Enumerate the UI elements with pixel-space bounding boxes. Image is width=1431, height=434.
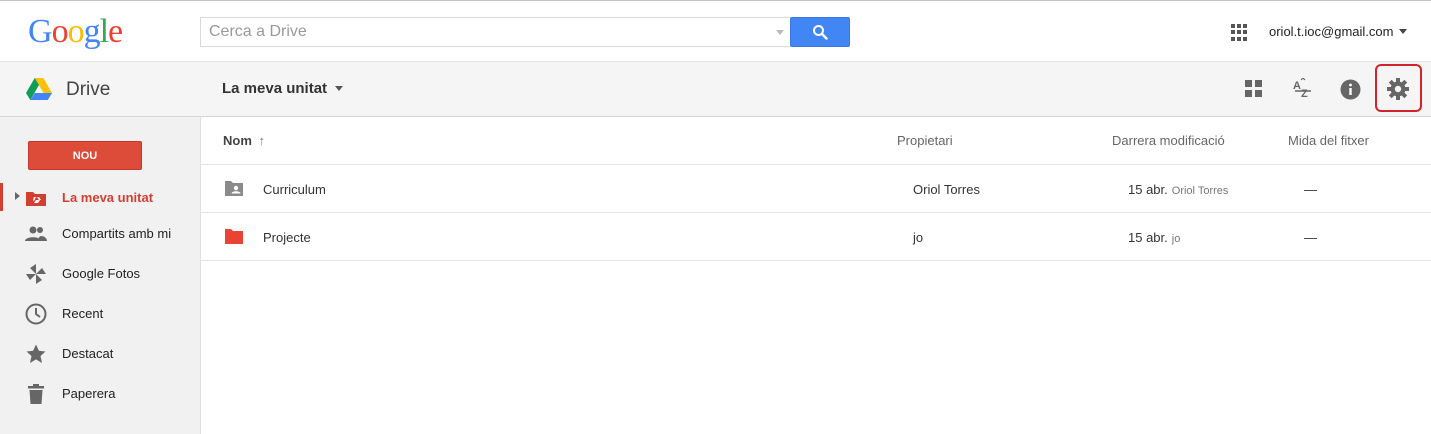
- expand-triangle-icon[interactable]: [15, 192, 20, 200]
- logo-letter-l: l: [99, 13, 110, 50]
- sidebar-item-starred[interactable]: Destacat: [0, 335, 200, 371]
- sidebar-item-recent[interactable]: Recent: [0, 295, 200, 331]
- drive-logo-icon: [26, 78, 52, 100]
- breadcrumb-label: La meva unitat: [222, 80, 328, 97]
- new-button[interactable]: NOU: [28, 141, 142, 170]
- logo-letter-o2: o: [67, 13, 85, 50]
- file-name: Projecte: [263, 230, 311, 245]
- sidebar-item-label: Recent: [62, 306, 104, 321]
- account-email: oriol.t.ioc@gmail.com: [1269, 24, 1394, 39]
- breadcrumb-caret-icon: [335, 86, 344, 91]
- sidebar-item-label: Google Fotos: [62, 266, 141, 281]
- modified-date: 15 abr.: [1128, 230, 1168, 245]
- logo-letter-e: e: [108, 13, 123, 50]
- sidebar-item-label: La meva unitat: [62, 190, 154, 205]
- table-row[interactable]: Curriculum Oriol Torres 15 abr. Oriol Tor…: [201, 165, 1431, 213]
- top-bar: Google oriol.t.ioc@gmail.com: [0, 0, 1431, 62]
- sidebar-item-label: Compartits amb mi: [62, 226, 172, 241]
- sidebar: NOU La meva unitat Compartits amb mi Goo…: [0, 117, 201, 434]
- people-icon: [25, 223, 47, 245]
- sidebar-item-shared-with-me[interactable]: Compartits amb mi: [0, 215, 200, 251]
- search-input[interactable]: [201, 18, 761, 46]
- app-name: Drive: [66, 79, 111, 100]
- photos-pinwheel-icon: [25, 263, 47, 285]
- logo-letter-g: G: [28, 13, 53, 50]
- file-owner: jo: [913, 230, 924, 245]
- sidebar-item-trash[interactable]: Paperera: [0, 375, 200, 411]
- table-row[interactable]: Projecte jo 15 abr. jo —: [201, 213, 1431, 261]
- grid-view-icon: [1245, 80, 1262, 97]
- sidebar-item-my-drive[interactable]: La meva unitat: [0, 179, 200, 215]
- shared-folder-icon: [225, 181, 243, 196]
- account-menu[interactable]: oriol.t.ioc@gmail.com: [1269, 24, 1408, 39]
- file-modified: 15 abr. jo: [1128, 230, 1180, 245]
- google-logo[interactable]: Google: [28, 13, 123, 51]
- drive-toolbar: Drive La meva unitat A Z: [0, 62, 1431, 117]
- apps-grid-icon[interactable]: [1231, 24, 1248, 41]
- file-size: —: [1304, 230, 1317, 245]
- my-drive-icon: [25, 187, 47, 209]
- folder-icon: [225, 229, 243, 244]
- info-icon: [1340, 79, 1360, 99]
- logo-letter-o1: o: [51, 13, 69, 50]
- trash-icon: [25, 383, 47, 405]
- modified-by: Oriol Torres: [1171, 185, 1229, 197]
- modified-by: jo: [1171, 233, 1181, 245]
- column-header-owner[interactable]: Propietari: [897, 133, 953, 148]
- details-button[interactable]: [1338, 77, 1362, 101]
- breadcrumb-my-drive[interactable]: La meva unitat: [222, 80, 344, 97]
- grid-view-button[interactable]: [1242, 77, 1266, 101]
- search-button[interactable]: [790, 17, 850, 47]
- clock-icon: [25, 303, 47, 325]
- settings-highlight-box: [1375, 64, 1422, 112]
- sidebar-item-google-photos[interactable]: Google Fotos: [0, 255, 200, 291]
- star-icon: [25, 343, 47, 365]
- search-icon: [813, 25, 828, 40]
- svg-text:A: A: [1293, 80, 1301, 92]
- sidebar-item-label: Destacat: [62, 346, 114, 361]
- account-caret-icon: [1399, 29, 1408, 34]
- modified-date: 15 abr.: [1128, 182, 1168, 197]
- column-label-name: Nom: [223, 133, 252, 148]
- search-options-caret-icon[interactable]: [776, 30, 784, 35]
- sort-ascending-icon: ↑: [258, 133, 266, 148]
- sort-button[interactable]: A Z: [1290, 77, 1314, 101]
- file-modified: 15 abr. Oriol Torres: [1128, 182, 1228, 197]
- file-name: Curriculum: [263, 182, 326, 197]
- file-size: —: [1304, 182, 1317, 197]
- sidebar-item-label: Paperera: [62, 386, 116, 401]
- svg-text:Z: Z: [1301, 88, 1308, 100]
- column-header-size[interactable]: Mida del fitxer: [1288, 133, 1369, 148]
- file-owner: Oriol Torres: [913, 182, 980, 197]
- column-header-modified[interactable]: Darrera modificació: [1112, 133, 1225, 148]
- logo-letter-g2: g: [83, 13, 101, 50]
- file-list: Nom ↑ Propietari Darrera modificació Mid…: [201, 117, 1431, 434]
- sort-az-icon: A Z: [1293, 78, 1311, 100]
- column-header-name[interactable]: Nom ↑: [223, 133, 265, 148]
- search-box: [200, 17, 790, 47]
